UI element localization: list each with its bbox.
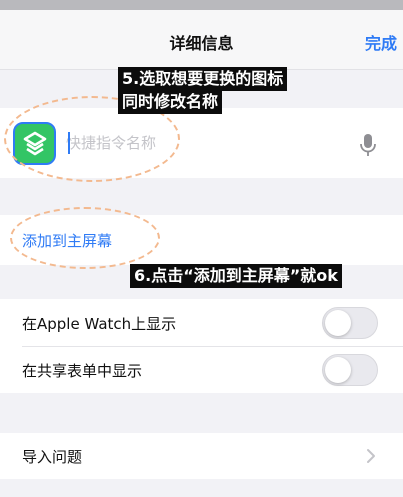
- chevron-right-icon: [367, 449, 375, 463]
- apple-watch-row: 在Apple Watch上显示: [0, 299, 403, 347]
- import-questions-row[interactable]: 导入问题: [0, 433, 403, 479]
- annotation-step6: 6.点击“添加到主屏幕”就ok: [130, 264, 342, 288]
- share-sheet-row: 在共享表单中显示: [0, 346, 403, 393]
- share-sheet-toggle[interactable]: [322, 354, 378, 386]
- apple-watch-toggle[interactable]: [322, 307, 378, 339]
- toggle-knob: [325, 357, 351, 383]
- toggle-knob: [325, 310, 351, 336]
- import-questions-label: 导入问题: [22, 448, 83, 466]
- page-title: 详细信息: [169, 34, 234, 53]
- share-sheet-label: 在共享表单中显示: [22, 362, 143, 380]
- display-options-card: 在Apple Watch上显示 在共享表单中显示: [0, 299, 403, 393]
- done-button[interactable]: 完成: [365, 30, 397, 54]
- status-bar-strip: [0, 0, 403, 10]
- annotation-step5-line1: 5.选取想要更换的图标: [118, 67, 288, 91]
- apple-watch-label: 在Apple Watch上显示: [22, 315, 177, 333]
- microphone-icon[interactable]: [357, 132, 379, 158]
- annotation-step5-line2: 同时修改名称: [118, 90, 223, 114]
- highlight-circle-add-button: [10, 207, 160, 269]
- navigation-bar: 详细信息 完成: [0, 10, 403, 70]
